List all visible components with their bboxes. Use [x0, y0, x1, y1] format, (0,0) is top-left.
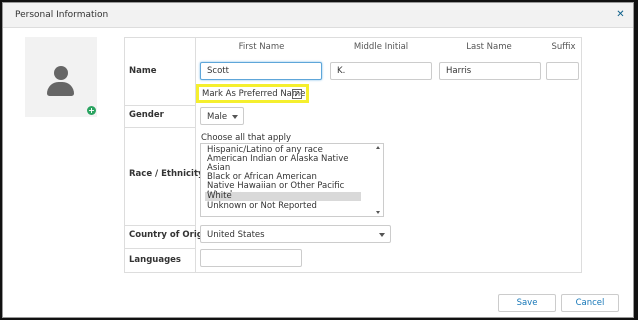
dialog-title: Personal Information — [15, 10, 109, 20]
race-ethnicity-listbox[interactable]: Hispanic/Latino of any race American Ind… — [200, 143, 384, 217]
row-divider — [125, 248, 195, 249]
chevron-down-icon — [379, 233, 385, 237]
cancel-button[interactable]: Cancel — [561, 294, 619, 312]
race-ethnicity-label: Race / Ethnicity — [129, 169, 204, 179]
avatar: + — [25, 37, 97, 117]
chevron-down-icon — [232, 115, 238, 119]
scroll-up-icon[interactable] — [376, 146, 380, 149]
first-name-input[interactable]: Scott — [200, 62, 322, 80]
gender-label: Gender — [129, 110, 164, 120]
dialog-titlebar: Personal Information ✕ — [3, 3, 633, 28]
gender-select[interactable]: Male — [200, 107, 244, 125]
race-hint: Choose all that apply — [201, 133, 292, 143]
plus-icon[interactable]: + — [87, 106, 96, 115]
name-label: Name — [129, 66, 157, 76]
suffix-input[interactable] — [546, 62, 579, 80]
preferred-name-label: Mark As Preferred Name — [202, 89, 306, 99]
user-silhouette-icon — [54, 66, 68, 80]
middle-initial-header: Middle Initial — [353, 42, 409, 52]
country-of-origin-select[interactable]: United States — [200, 225, 391, 243]
preferred-name-option: Mark As Preferred Name ✓ — [196, 84, 309, 103]
middle-initial-input[interactable]: K. — [330, 62, 432, 80]
user-silhouette-body — [47, 82, 74, 96]
last-name-header: Last Name — [466, 42, 512, 52]
close-icon[interactable]: ✕ — [616, 10, 625, 20]
race-option[interactable]: Unknown or Not Reported — [205, 202, 361, 211]
languages-label: Languages — [129, 255, 181, 265]
race-option-selected[interactable]: White — [205, 192, 361, 201]
row-divider — [125, 225, 195, 226]
preferred-name-checkbox[interactable]: ✓ — [292, 89, 302, 99]
row-divider — [125, 127, 195, 128]
gender-value: Male — [207, 112, 228, 122]
last-name-input[interactable]: Harris — [439, 62, 541, 80]
personal-info-form: Name Gender Race / Ethnicity Country of … — [124, 37, 582, 273]
personal-information-dialog: Personal Information ✕ + Name Gender Rac… — [2, 2, 634, 318]
country-of-origin-value: United States — [207, 230, 265, 240]
row-divider — [125, 105, 195, 106]
save-button[interactable]: Save — [498, 294, 556, 312]
languages-input[interactable] — [200, 249, 302, 267]
scroll-down-icon[interactable] — [376, 211, 380, 214]
first-name-header: First Name — [238, 42, 285, 52]
suffix-header: Suffix — [551, 42, 576, 52]
race-option[interactable]: Native Hawaiian or Other Pacific Islande… — [205, 182, 361, 200]
